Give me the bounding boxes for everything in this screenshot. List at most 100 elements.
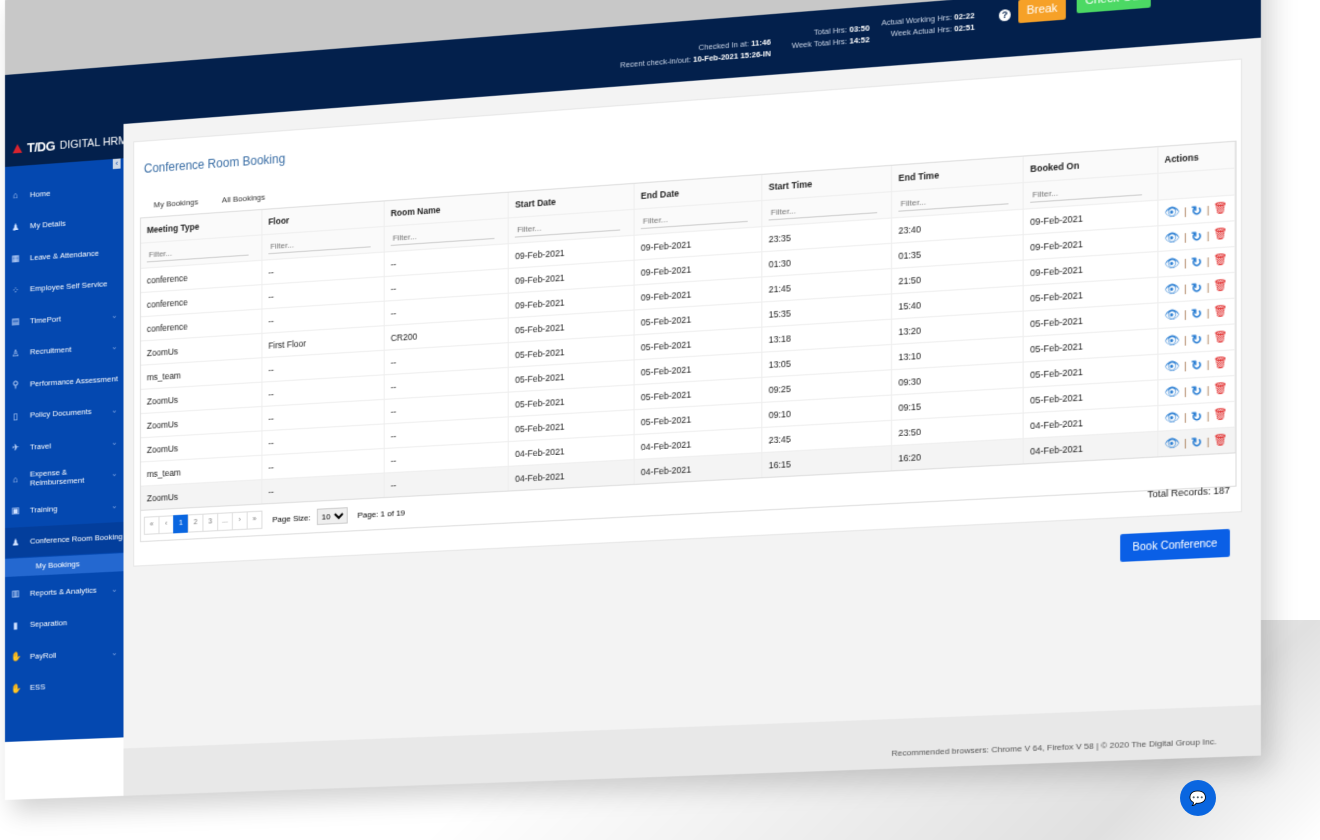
separator: | xyxy=(1184,282,1187,294)
reschedule-icon[interactable]: ↻ xyxy=(1191,357,1202,373)
reschedule-icon[interactable]: ↻ xyxy=(1191,203,1202,219)
sidebar-item-label: Performance Assessment xyxy=(29,373,118,388)
reschedule-icon[interactable]: ↻ xyxy=(1191,228,1202,244)
sidebar-item-label: Training xyxy=(29,503,58,515)
chevron-down-icon: ⌄ xyxy=(111,468,118,479)
column-filter-input[interactable] xyxy=(898,189,1009,212)
prev-page-button[interactable]: ‹ xyxy=(158,515,175,535)
separator: | xyxy=(1184,205,1187,217)
travel-icon: ✈ xyxy=(11,442,20,453)
sidebar-item-reports-analytics[interactable]: ▥ Reports & Analytics ⌄ xyxy=(5,573,123,609)
page-button-2[interactable]: 2 xyxy=(187,513,204,533)
separator: | xyxy=(1206,307,1210,319)
column-filter-input[interactable] xyxy=(1030,180,1143,203)
page-ellipsis-button[interactable]: ... xyxy=(217,512,233,532)
view-icon[interactable]: 👁 xyxy=(1164,256,1179,271)
performance-assessment-icon: ⚲ xyxy=(12,379,19,390)
delete-icon[interactable]: 🗑 xyxy=(1214,434,1228,447)
next-page-button[interactable]: › xyxy=(231,511,248,531)
sidebar-item-expense-reimbursement[interactable]: ⌂ Expense & Reimbursement ⌄ xyxy=(5,458,123,495)
sidebar-item-label: TimePort xyxy=(29,313,61,325)
view-icon[interactable]: 👁 xyxy=(1164,410,1179,425)
reschedule-icon[interactable]: ↻ xyxy=(1191,383,1202,399)
sidebar-item-policy-documents[interactable]: ▯ Policy Documents ⌄ xyxy=(5,394,123,431)
sidebar-item-label: Separation xyxy=(29,618,68,629)
sidebar-item-label: Reports & Analytics xyxy=(29,585,97,598)
sidebar-item-travel[interactable]: ✈ Travel ⌄ xyxy=(5,426,123,463)
browser-window: Checked In at: 11:46 Recent check-in/out… xyxy=(5,0,1261,801)
separator: | xyxy=(1206,384,1210,396)
sidebar-item-ess[interactable]: ✋ ESS xyxy=(5,668,123,703)
separator: | xyxy=(1206,435,1210,447)
view-icon[interactable]: 👁 xyxy=(1164,307,1179,322)
break-button[interactable]: Break xyxy=(1018,0,1066,24)
separator: | xyxy=(1206,332,1210,344)
first-page-button[interactable]: « xyxy=(143,515,160,535)
view-icon[interactable]: 👁 xyxy=(1164,436,1179,451)
column-filter-input[interactable] xyxy=(146,241,249,263)
reschedule-icon[interactable]: ↻ xyxy=(1191,280,1202,296)
delete-icon[interactable]: 🗑 xyxy=(1214,202,1228,215)
book-conference-button[interactable]: Book Conference xyxy=(1120,528,1230,562)
payroll-icon: ✋ xyxy=(10,651,22,662)
view-icon[interactable]: 👁 xyxy=(1164,333,1179,348)
reports-analytics-icon: ▥ xyxy=(11,588,20,599)
reschedule-icon[interactable]: ↻ xyxy=(1191,434,1202,450)
view-icon[interactable]: 👁 xyxy=(1164,205,1179,220)
separator: | xyxy=(1206,410,1210,422)
column-filter-input[interactable] xyxy=(640,207,748,230)
delete-icon[interactable]: 🗑 xyxy=(1214,331,1228,344)
booking-card: Conference Room Booking My Bookings All … xyxy=(133,58,1243,567)
separation-icon: ▮ xyxy=(13,619,18,631)
sidebar-item-label: Policy Documents xyxy=(29,406,92,420)
reschedule-icon[interactable]: ↻ xyxy=(1191,331,1202,347)
separator: | xyxy=(1184,334,1187,346)
view-icon[interactable]: 👁 xyxy=(1164,282,1179,297)
page-size-select[interactable]: 10 xyxy=(316,507,348,526)
page-button-3[interactable]: 3 xyxy=(202,512,219,532)
reschedule-icon[interactable]: ↻ xyxy=(1191,254,1202,270)
reschedule-icon[interactable]: ↻ xyxy=(1191,408,1202,424)
last-page-button[interactable]: » xyxy=(246,510,263,530)
reschedule-icon[interactable]: ↻ xyxy=(1191,306,1202,322)
view-icon[interactable]: 👁 xyxy=(1164,385,1179,400)
sidebar-collapse-button[interactable]: ‹ xyxy=(112,158,121,170)
sidebar-item-training[interactable]: ▣ Training ⌄ xyxy=(5,490,123,526)
chevron-down-icon: ⌄ xyxy=(111,310,118,320)
delete-icon[interactable]: 🗑 xyxy=(1214,306,1228,319)
sidebar-item-payroll[interactable]: ✋ PayRoll ⌄ xyxy=(5,637,123,672)
sidebar-item-conference-room-booking[interactable]: ♟ Conference Room Booking ⌄ xyxy=(5,521,124,558)
column-filter-input[interactable] xyxy=(268,233,371,255)
sidebar-item-label: PayRoll xyxy=(29,650,57,661)
sidebar: ⌂ Home ♟ My Details ▦ Leave & Attendance ⁘ Empl… xyxy=(5,158,124,742)
delete-icon[interactable]: 🗑 xyxy=(1214,280,1228,293)
sidebar-item-separation[interactable]: ▮ Separation xyxy=(5,605,123,641)
home-icon: ⌂ xyxy=(12,190,19,201)
view-icon[interactable]: 👁 xyxy=(1164,359,1179,374)
training-icon: ▣ xyxy=(11,505,20,516)
sidebar-item-label: Leave & Attendance xyxy=(29,248,99,262)
chevron-down-icon: ⌄ xyxy=(111,405,118,415)
column-filter-input[interactable] xyxy=(390,224,495,246)
separator: | xyxy=(1184,411,1187,423)
brand-name: T/DG xyxy=(27,138,55,156)
column-filter-input[interactable] xyxy=(514,215,621,238)
view-icon[interactable]: 👁 xyxy=(1164,230,1179,245)
sidebar-item-label: Conference Room Booking xyxy=(29,531,123,546)
delete-icon[interactable]: 🗑 xyxy=(1214,409,1228,422)
column-filter-input[interactable] xyxy=(768,198,878,221)
separator: | xyxy=(1206,358,1210,370)
sidebar-item-performance-assessment[interactable]: ⚲ Performance Assessment xyxy=(5,363,123,400)
sidebar-item-label: ESS xyxy=(29,682,46,692)
leave-attendance-icon: ▦ xyxy=(11,252,20,264)
delete-icon[interactable]: 🗑 xyxy=(1214,383,1228,396)
delete-icon[interactable]: 🗑 xyxy=(1214,228,1228,241)
page-button-1[interactable]: 1 xyxy=(173,514,189,534)
chat-icon[interactable]: 💬 xyxy=(1180,780,1216,816)
recruitment-icon: ♙ xyxy=(11,347,20,359)
footer-text: Recommended browsers: Chrome V 64, Firef… xyxy=(891,736,1217,759)
delete-icon[interactable]: 🗑 xyxy=(1214,254,1228,267)
page-size-label: Page Size: xyxy=(272,512,311,524)
delete-icon[interactable]: 🗑 xyxy=(1214,357,1228,370)
logo-triangle-icon xyxy=(12,143,23,154)
